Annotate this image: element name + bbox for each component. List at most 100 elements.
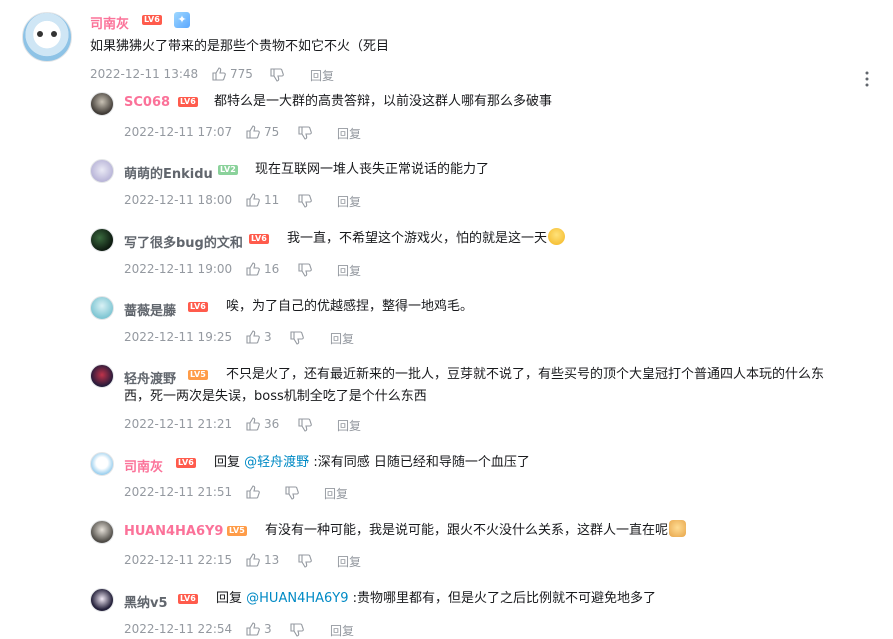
- avatar[interactable]: [22, 12, 72, 62]
- reply-prefix: 回复: [214, 455, 241, 470]
- like-count: 3: [264, 622, 272, 636]
- dislike-icon[interactable]: [298, 554, 312, 568]
- like-count: 36: [264, 417, 280, 431]
- reply-text: 都特么是一大群的高贵答辩，以前没这群人哪有那么多破事: [214, 94, 553, 109]
- reply-time: 2022-12-11 21:51: [124, 485, 233, 499]
- comment-text: 如果狒狒火了带来的是那些个贵物不如它不火（死目: [90, 39, 390, 54]
- like-count: 775: [230, 67, 253, 81]
- like-icon[interactable]: [246, 330, 260, 344]
- emoji-icon: [548, 228, 566, 245]
- username[interactable]: 司南灰: [90, 13, 129, 32]
- reply-button[interactable]: 回复: [324, 485, 348, 502]
- mention-link[interactable]: @HUAN4HA6Y9: [246, 591, 348, 606]
- reply-item: 轻舟渡野 LV5 不只是火了，还有最近新来的一批人，豆芽就不说了，有些买号的顶个…: [0, 362, 893, 440]
- like-count: 11: [264, 193, 280, 207]
- reply-item: 萌萌的Enkidu LV2 现在互联网一堆人丧失正常说话的能力了 2022-12…: [0, 157, 893, 219]
- like-icon[interactable]: [246, 485, 260, 499]
- avatar[interactable]: [90, 452, 114, 476]
- username[interactable]: 萌萌的Enkidu: [124, 163, 213, 182]
- avatar[interactable]: [90, 364, 114, 388]
- reply-button[interactable]: 回复: [330, 330, 354, 347]
- reply-time: 2022-12-11 19:00: [124, 262, 233, 276]
- like-icon[interactable]: [246, 553, 260, 567]
- reply-text-body: :深有同感 日随已经和导随一个血压了: [313, 455, 530, 470]
- like-icon[interactable]: [246, 262, 260, 276]
- username[interactable]: 司南灰: [124, 456, 163, 475]
- level-badge: LV5: [188, 370, 208, 380]
- reply-text: 我一直，不希望这个游戏火，怕的就是这一天: [287, 228, 566, 249]
- level-badge: LV5: [227, 526, 247, 536]
- reply-item: 司南灰 LV6 回复 @轻舟渡野 :深有同感 日随已经和导随一个血压了 2022…: [0, 450, 893, 512]
- like-count: 16: [264, 262, 280, 276]
- avatar[interactable]: [90, 588, 114, 612]
- reply-text-body: 我一直，不希望这个游戏火，怕的就是这一天: [287, 231, 548, 246]
- reply-time: 2022-12-11 18:00: [124, 193, 233, 207]
- reply-button[interactable]: 回复: [310, 67, 334, 84]
- avatar[interactable]: [90, 296, 114, 320]
- reply-time: 2022-12-11 21:21: [124, 417, 233, 431]
- dislike-icon[interactable]: [290, 623, 304, 637]
- level-badge: LV2: [218, 165, 238, 175]
- username[interactable]: 黑纳v5: [124, 592, 168, 611]
- like-icon[interactable]: [246, 193, 260, 207]
- reply-time: 2022-12-11 19:25: [124, 330, 233, 344]
- reply-button[interactable]: 回复: [337, 125, 361, 142]
- level-badge: LV6: [249, 234, 269, 244]
- dislike-icon[interactable]: [290, 331, 304, 345]
- like-icon[interactable]: [246, 417, 260, 431]
- level-badge: LV6: [188, 302, 208, 312]
- reply-text-line1: 不只是火了，还有最近新来的一批人，豆芽就不说了，有些买号的顶个大皇冠打个普通四人…: [226, 367, 825, 382]
- reply-text-body: 有没有一种可能，我是说可能，跟火不火没什么关系，这群人一直在呢: [265, 523, 669, 538]
- avatar[interactable]: [90, 520, 114, 544]
- reply-button[interactable]: 回复: [337, 193, 361, 210]
- avatar[interactable]: [90, 228, 114, 252]
- mention-link[interactable]: @轻舟渡野: [244, 455, 309, 470]
- level-badge: LV6: [178, 97, 198, 107]
- dislike-icon[interactable]: [298, 194, 312, 208]
- doge-emoji-icon: [669, 520, 687, 537]
- like-count: 75: [264, 125, 280, 139]
- dislike-icon[interactable]: [270, 68, 284, 82]
- avatar[interactable]: [90, 92, 114, 116]
- reply-time: 2022-12-11 22:54: [124, 622, 233, 636]
- reply-item: SC068 LV6 都特么是一大群的高贵答辩，以前没这群人哪有那么多破事 202…: [0, 88, 893, 150]
- reply-button[interactable]: 回复: [337, 553, 361, 570]
- reply-item: HUAN4HA6Y9 LV5 有没有一种可能，我是说可能，跟火不火没什么关系，这…: [0, 518, 893, 580]
- like-icon[interactable]: [246, 125, 260, 139]
- reply-item: 写了很多bug的文和 LV6 我一直，不希望这个游戏火，怕的就是这一天 2022…: [0, 226, 893, 288]
- reply-item: 黑纳v5 LV6 回复 @HUAN4HA6Y9 :贵物哪里都有，但是火了之后比例…: [0, 586, 893, 638]
- username[interactable]: 轻舟渡野: [124, 368, 176, 387]
- reply-text: 现在互联网一堆人丧失正常说话的能力了: [255, 162, 490, 177]
- dislike-icon[interactable]: [298, 126, 312, 140]
- reply-text: 有没有一种可能，我是说可能，跟火不火没什么关系，这群人一直在呢: [265, 520, 687, 541]
- reply-text: 回复 @HUAN4HA6Y9 :贵物哪里都有，但是火了之后比例就不可避免地多了: [216, 588, 656, 609]
- reply-text-line2: 西，死一两次是失误，boss机制全吃了是个什么东西: [124, 389, 427, 404]
- reply-text-body: :贵物哪里都有，但是火了之后比例就不可避免地多了: [352, 591, 657, 606]
- dislike-icon[interactable]: [298, 418, 312, 432]
- like-count: 3: [264, 330, 272, 344]
- avatar[interactable]: [90, 159, 114, 183]
- username[interactable]: SC068: [124, 95, 170, 110]
- reply-time: 2022-12-11 17:07: [124, 125, 233, 139]
- fan-medal-icon: ✦: [174, 12, 190, 28]
- reply-item: 蔷薇是藤 LV6 唉，为了自己的优越感捏，整得一地鸡毛。 2022-12-11 …: [0, 294, 893, 356]
- reply-button[interactable]: 回复: [337, 262, 361, 279]
- level-badge: LV6: [176, 458, 196, 468]
- main-comment: 司南灰 LV6 ✦ 如果狒狒火了带来的是那些个贵物不如它不火（死目 2022-1…: [0, 0, 893, 90]
- level-badge: LV6: [142, 15, 162, 25]
- more-options-icon[interactable]: [864, 71, 870, 87]
- like-icon[interactable]: [212, 67, 226, 81]
- username[interactable]: HUAN4HA6Y9: [124, 524, 223, 539]
- username[interactable]: 写了很多bug的文和: [124, 232, 243, 251]
- comment-time: 2022-12-11 13:48: [90, 67, 199, 81]
- level-badge: LV6: [178, 594, 198, 604]
- reply-button[interactable]: 回复: [337, 417, 361, 434]
- reply-button[interactable]: 回复: [330, 622, 354, 639]
- reply-text: 回复 @轻舟渡野 :深有同感 日随已经和导随一个血压了: [214, 452, 530, 473]
- username[interactable]: 蔷薇是藤: [124, 300, 176, 319]
- dislike-icon[interactable]: [285, 486, 299, 500]
- reply-time: 2022-12-11 22:15: [124, 553, 233, 567]
- dislike-icon[interactable]: [298, 263, 312, 277]
- like-icon[interactable]: [246, 622, 260, 636]
- reply-prefix: 回复: [216, 591, 243, 606]
